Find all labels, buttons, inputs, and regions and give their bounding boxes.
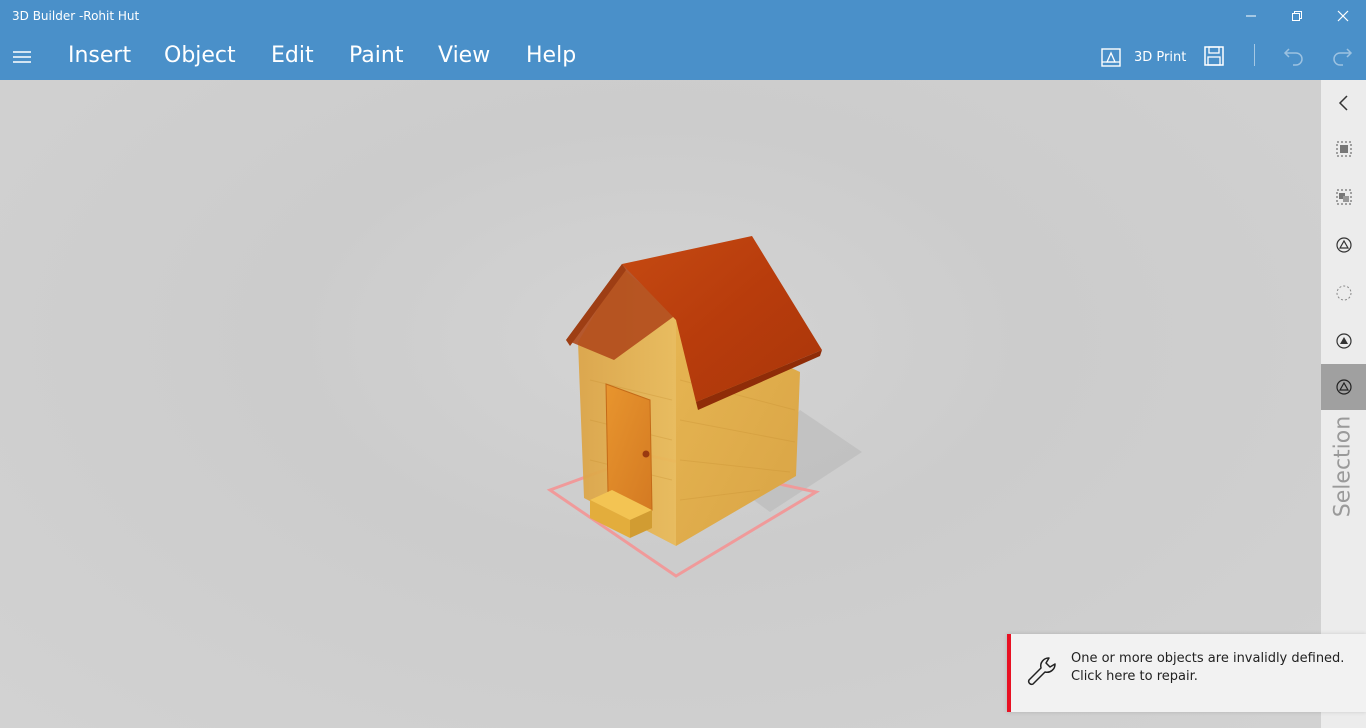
- undo-icon: [1283, 48, 1303, 66]
- selection-label-text: Selection: [1330, 415, 1356, 518]
- select-group-icon: [1336, 189, 1351, 205]
- select-objects-button[interactable]: [1321, 126, 1366, 172]
- select-mesh-button[interactable]: [1321, 222, 1366, 268]
- minimize-icon: [1246, 15, 1256, 17]
- select-object-icon: [1336, 141, 1351, 157]
- selection-panel-label: Selection: [1327, 410, 1359, 530]
- repair-notification[interactable]: One or more objects are invalidly define…: [1007, 634, 1366, 712]
- triangle-select-icon: [1335, 379, 1352, 395]
- notification-line1: One or more objects are invalidly define…: [1071, 651, 1345, 666]
- close-button[interactable]: [1320, 0, 1366, 32]
- 3d-viewport[interactable]: [0, 80, 1321, 728]
- mesh-select-icon: [1335, 237, 1352, 253]
- restore-icon: [1292, 11, 1302, 21]
- hamburger-icon: [13, 51, 31, 63]
- save-button[interactable]: [1203, 45, 1225, 67]
- notification-message: One or more objects are invalidly define…: [1071, 650, 1344, 686]
- minimize-button[interactable]: [1228, 0, 1274, 32]
- menu-bar: Insert Object Edit Paint View Help 3D Pr…: [0, 32, 1366, 80]
- door-knob: [642, 450, 650, 458]
- select-empty-button[interactable]: [1321, 270, 1366, 316]
- menu-paint[interactable]: Paint: [349, 43, 403, 68]
- notification-line2: Click here to repair.: [1071, 669, 1198, 684]
- menu-edit[interactable]: Edit: [271, 43, 314, 68]
- menu-help[interactable]: Help: [526, 43, 576, 68]
- select-group-button[interactable]: [1321, 174, 1366, 220]
- 3d-print-label: 3D Print: [1134, 49, 1187, 65]
- redo-icon: [1333, 48, 1353, 66]
- redo-button[interactable]: [1331, 45, 1353, 67]
- circle-select-icon: [1336, 285, 1351, 301]
- undo-button[interactable]: [1283, 45, 1305, 67]
- save-icon: [1204, 46, 1224, 66]
- right-tool-panel: Selection: [1321, 80, 1366, 728]
- collapse-panel-button[interactable]: [1321, 80, 1366, 126]
- 3d-print-button[interactable]: 3D Print: [1100, 46, 1186, 68]
- selection-mode-button[interactable]: [1321, 364, 1366, 410]
- menu-insert[interactable]: Insert: [68, 43, 131, 68]
- scene-svg: [546, 236, 862, 578]
- toolbar-divider: [1254, 44, 1255, 66]
- close-icon: [1337, 10, 1349, 22]
- hamburger-menu-button[interactable]: [12, 49, 32, 65]
- restore-button[interactable]: [1274, 0, 1320, 32]
- menu-object[interactable]: Object: [164, 43, 236, 68]
- title-bar: 3D Builder -Rohit Hut: [0, 0, 1366, 32]
- menu-view[interactable]: View: [438, 43, 490, 68]
- face-select-icon: [1335, 333, 1352, 349]
- wrench-icon: [1027, 657, 1056, 686]
- 3d-print-icon: [1101, 48, 1121, 67]
- select-faces-button[interactable]: [1321, 318, 1366, 364]
- chevron-left-icon: [1338, 95, 1348, 111]
- window-title: 3D Builder -Rohit Hut: [12, 9, 140, 23]
